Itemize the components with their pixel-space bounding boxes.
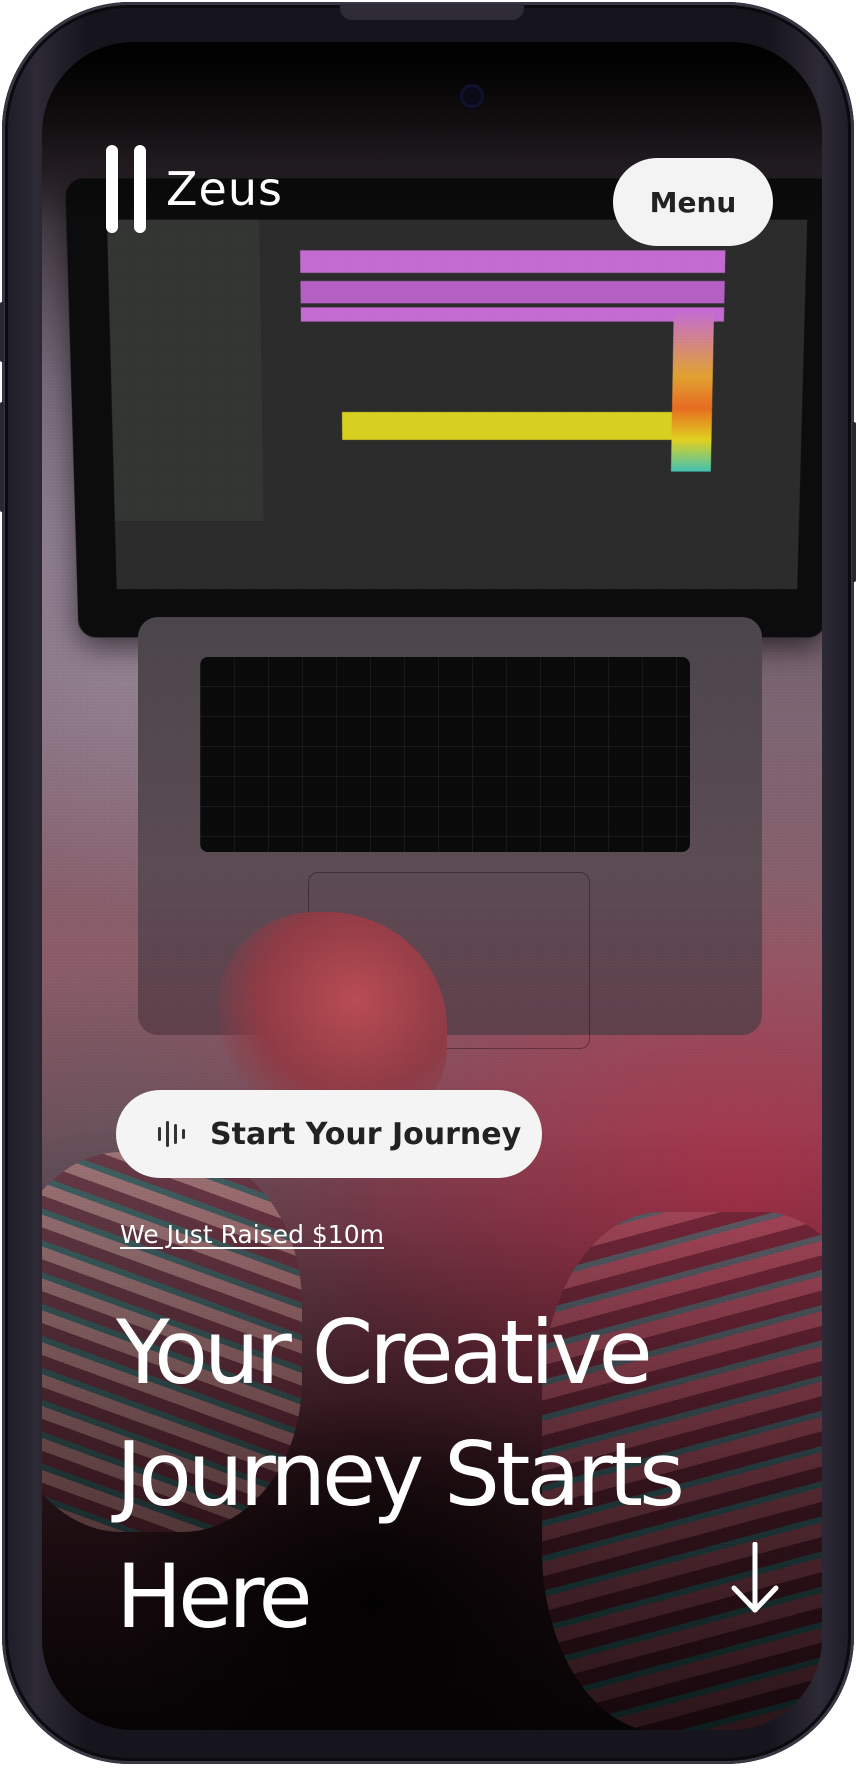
phone-frame: Zeus Menu Start Your Journey We Just Rai… xyxy=(0,2,856,1764)
start-journey-label: Start Your Journey xyxy=(210,1116,522,1152)
side-button xyxy=(852,422,856,582)
wave-bar xyxy=(182,1129,185,1139)
hero-headline: Your Creative Journey Starts Here xyxy=(116,1301,685,1648)
brand-name: Zeus xyxy=(166,162,283,216)
side-button xyxy=(0,402,4,512)
side-button xyxy=(0,302,4,362)
wave-bar xyxy=(166,1121,169,1147)
start-journey-button[interactable]: Start Your Journey xyxy=(116,1090,542,1178)
sound-wave-icon xyxy=(158,1119,188,1149)
wave-bar xyxy=(174,1124,177,1144)
brand-logo[interactable]: Zeus xyxy=(106,145,283,233)
wave-bar xyxy=(158,1127,161,1141)
arrow-down-icon[interactable] xyxy=(730,1542,780,1614)
frame-notch xyxy=(340,4,524,20)
logo-icon xyxy=(106,145,148,233)
logo-bar xyxy=(134,145,146,233)
menu-button[interactable]: Menu xyxy=(613,158,773,246)
funding-announcement-link[interactable]: We Just Raised $10m xyxy=(120,1220,384,1249)
front-camera xyxy=(460,84,484,108)
logo-bar xyxy=(106,145,118,233)
